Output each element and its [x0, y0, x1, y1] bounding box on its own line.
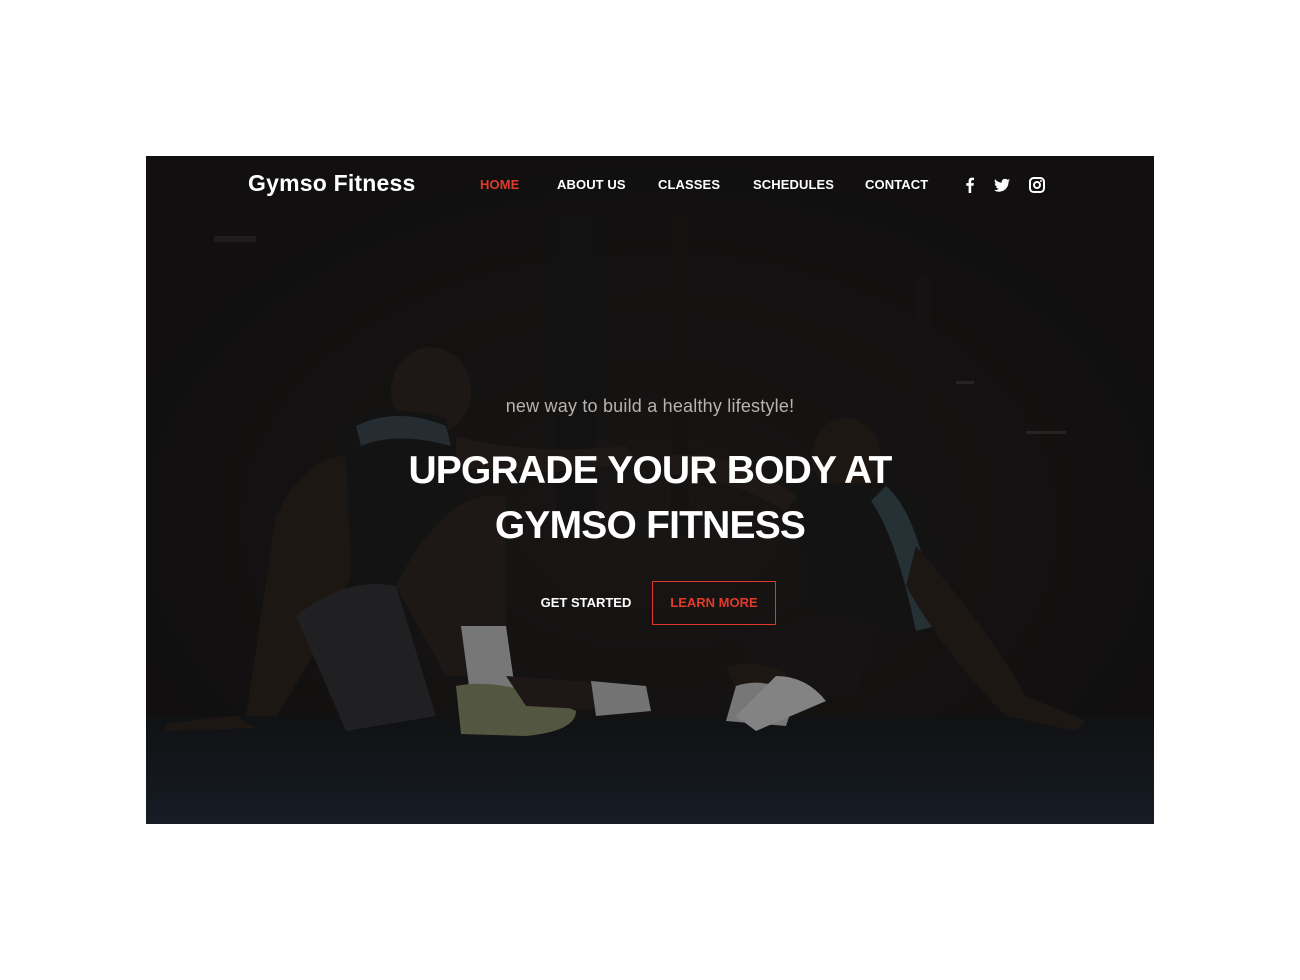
nav-classes[interactable]: CLASSES [658, 177, 720, 192]
hero-headline: UPGRADE YOUR BODY AT GYMSO FITNESS [146, 443, 1154, 553]
navbar: Gymso Fitness HOME ABOUT US CLASSES SCHE… [146, 156, 1154, 212]
hero-content: new way to build a healthy lifestyle! UP… [146, 396, 1154, 553]
get-started-button[interactable]: GET STARTED [528, 581, 644, 625]
instagram-icon[interactable] [1028, 176, 1046, 194]
facebook-icon[interactable] [961, 176, 979, 194]
learn-more-button[interactable]: LEARN MORE [652, 581, 776, 625]
twitter-icon[interactable] [993, 176, 1011, 194]
site-logo[interactable]: Gymso Fitness [248, 170, 416, 197]
hero-cta-row: GET STARTED LEARN MORE [146, 581, 1154, 625]
hero-section: Gymso Fitness HOME ABOUT US CLASSES SCHE… [146, 156, 1154, 824]
hero-headline-line2: GYMSO FITNESS [494, 504, 806, 547]
hero-tagline: new way to build a healthy lifestyle! [505, 396, 795, 416]
hero-headline-line1: UPGRADE YOUR BODY AT [408, 449, 892, 492]
nav-contact[interactable]: CONTACT [865, 177, 928, 192]
nav-schedules[interactable]: SCHEDULES [753, 177, 834, 192]
nav-about-us[interactable]: ABOUT US [557, 177, 626, 192]
nav-home[interactable]: HOME [480, 177, 519, 192]
